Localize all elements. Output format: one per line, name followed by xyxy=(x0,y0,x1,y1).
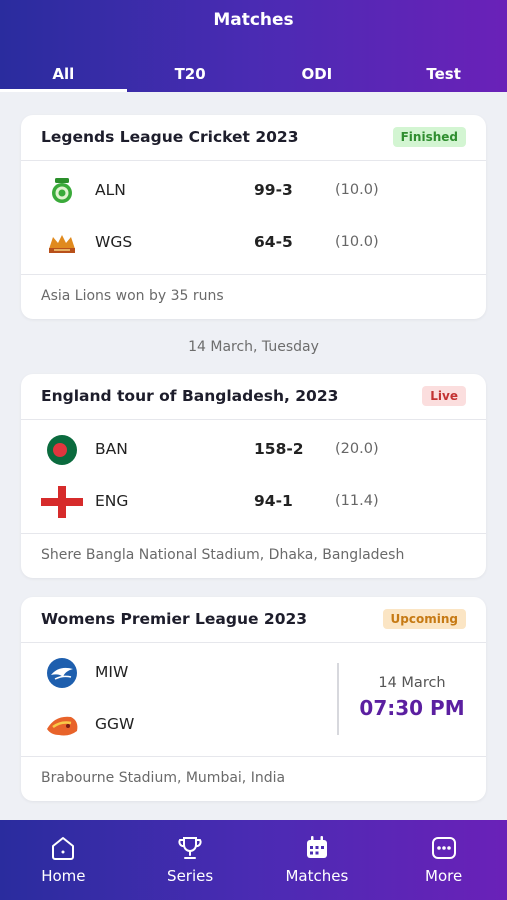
nav-label: Series xyxy=(167,867,214,885)
gujarat-giants-logo-icon xyxy=(47,716,78,736)
date-separator: 14 March, Tuesday xyxy=(188,339,319,355)
team-score: 158-2 xyxy=(254,440,304,458)
match-card-legends[interactable]: Legends League Cricket 2023 Finished ALN… xyxy=(21,115,486,319)
series-name: Legends League Cricket 2023 xyxy=(41,128,299,146)
nav-label: Home xyxy=(41,867,86,885)
team-row: ENG 94-1 (11.4) xyxy=(21,482,486,522)
team-score: 64-5 xyxy=(254,233,293,251)
nav-label: Matches xyxy=(285,867,349,885)
match-card-wpl[interactable]: Womens Premier League 2023 Upcoming MIW … xyxy=(21,597,486,801)
team-overs: (11.4) xyxy=(335,493,379,509)
tab-odi[interactable]: ODI xyxy=(254,60,381,92)
nav-more[interactable]: More xyxy=(380,820,507,900)
bottom-nav: Home Series Matches More xyxy=(0,820,507,900)
match-time: 07:30 PM xyxy=(359,696,465,720)
calendar-icon xyxy=(306,836,327,858)
match-card-england-bangladesh[interactable]: England tour of Bangladesh, 2023 Live BA… xyxy=(21,374,486,578)
top-app-bar: Matches All T20 ODI Test xyxy=(0,0,507,92)
series-name: Womens Premier League 2023 xyxy=(41,610,308,628)
card-header: Legends League Cricket 2023 Finished xyxy=(21,115,486,161)
bangladesh-flag-icon xyxy=(47,435,77,465)
nav-home[interactable]: Home xyxy=(0,820,127,900)
team-code: ENG xyxy=(95,492,129,510)
team-overs: (20.0) xyxy=(335,441,379,457)
match-date: 14 March xyxy=(378,675,446,691)
team-code: MIW xyxy=(95,663,129,681)
team-overs: (10.0) xyxy=(335,234,379,250)
team-score: 94-1 xyxy=(254,492,293,510)
tab-test[interactable]: Test xyxy=(380,60,507,92)
page-title: Matches xyxy=(213,10,294,30)
asia-lions-logo-icon xyxy=(52,178,72,203)
card-header: England tour of Bangladesh, 2023 Live xyxy=(21,374,486,420)
england-flag-icon xyxy=(41,486,83,518)
home-icon xyxy=(52,837,75,860)
match-schedule: 14 March 07:30 PM xyxy=(337,663,485,735)
status-badge: Upcoming xyxy=(382,609,466,629)
team-overs: (10.0) xyxy=(335,182,379,198)
team-row: ALN 99-3 (10.0) xyxy=(21,171,486,211)
status-badge: Live xyxy=(422,386,466,406)
nav-label: More xyxy=(425,867,463,885)
match-result: Asia Lions won by 35 runs xyxy=(41,288,224,304)
team-code: ALN xyxy=(95,181,126,199)
nav-series[interactable]: Series xyxy=(127,820,254,900)
tab-t20[interactable]: T20 xyxy=(127,60,254,92)
card-header: Womens Premier League 2023 Upcoming xyxy=(21,597,486,643)
match-venue: Brabourne Stadium, Mumbai, India xyxy=(41,770,286,786)
series-name: England tour of Bangladesh, 2023 xyxy=(41,387,339,405)
team-code: GGW xyxy=(95,715,135,733)
card-footer: Asia Lions won by 35 runs xyxy=(21,274,486,319)
team-score: 99-3 xyxy=(254,181,293,199)
match-venue: Shere Bangla National Stadium, Dhaka, Ba… xyxy=(41,547,405,563)
status-badge: Finished xyxy=(392,127,466,147)
more-icon xyxy=(431,837,456,859)
trophy-icon xyxy=(178,837,202,859)
format-tabs: All T20 ODI Test xyxy=(0,60,507,92)
card-footer: Brabourne Stadium, Mumbai, India xyxy=(21,756,486,801)
tab-all[interactable]: All xyxy=(0,60,127,92)
team-row: WGS 64-5 (10.0) xyxy=(21,223,486,263)
nav-matches[interactable]: Matches xyxy=(254,820,381,900)
card-footer: Shere Bangla National Stadium, Dhaka, Ba… xyxy=(21,533,486,578)
team-row: BAN 158-2 (20.0) xyxy=(21,430,486,470)
team-code: WGS xyxy=(95,233,133,251)
team-code: BAN xyxy=(95,440,128,458)
mumbai-indians-logo-icon xyxy=(47,658,77,688)
world-giants-logo-icon xyxy=(49,235,75,253)
